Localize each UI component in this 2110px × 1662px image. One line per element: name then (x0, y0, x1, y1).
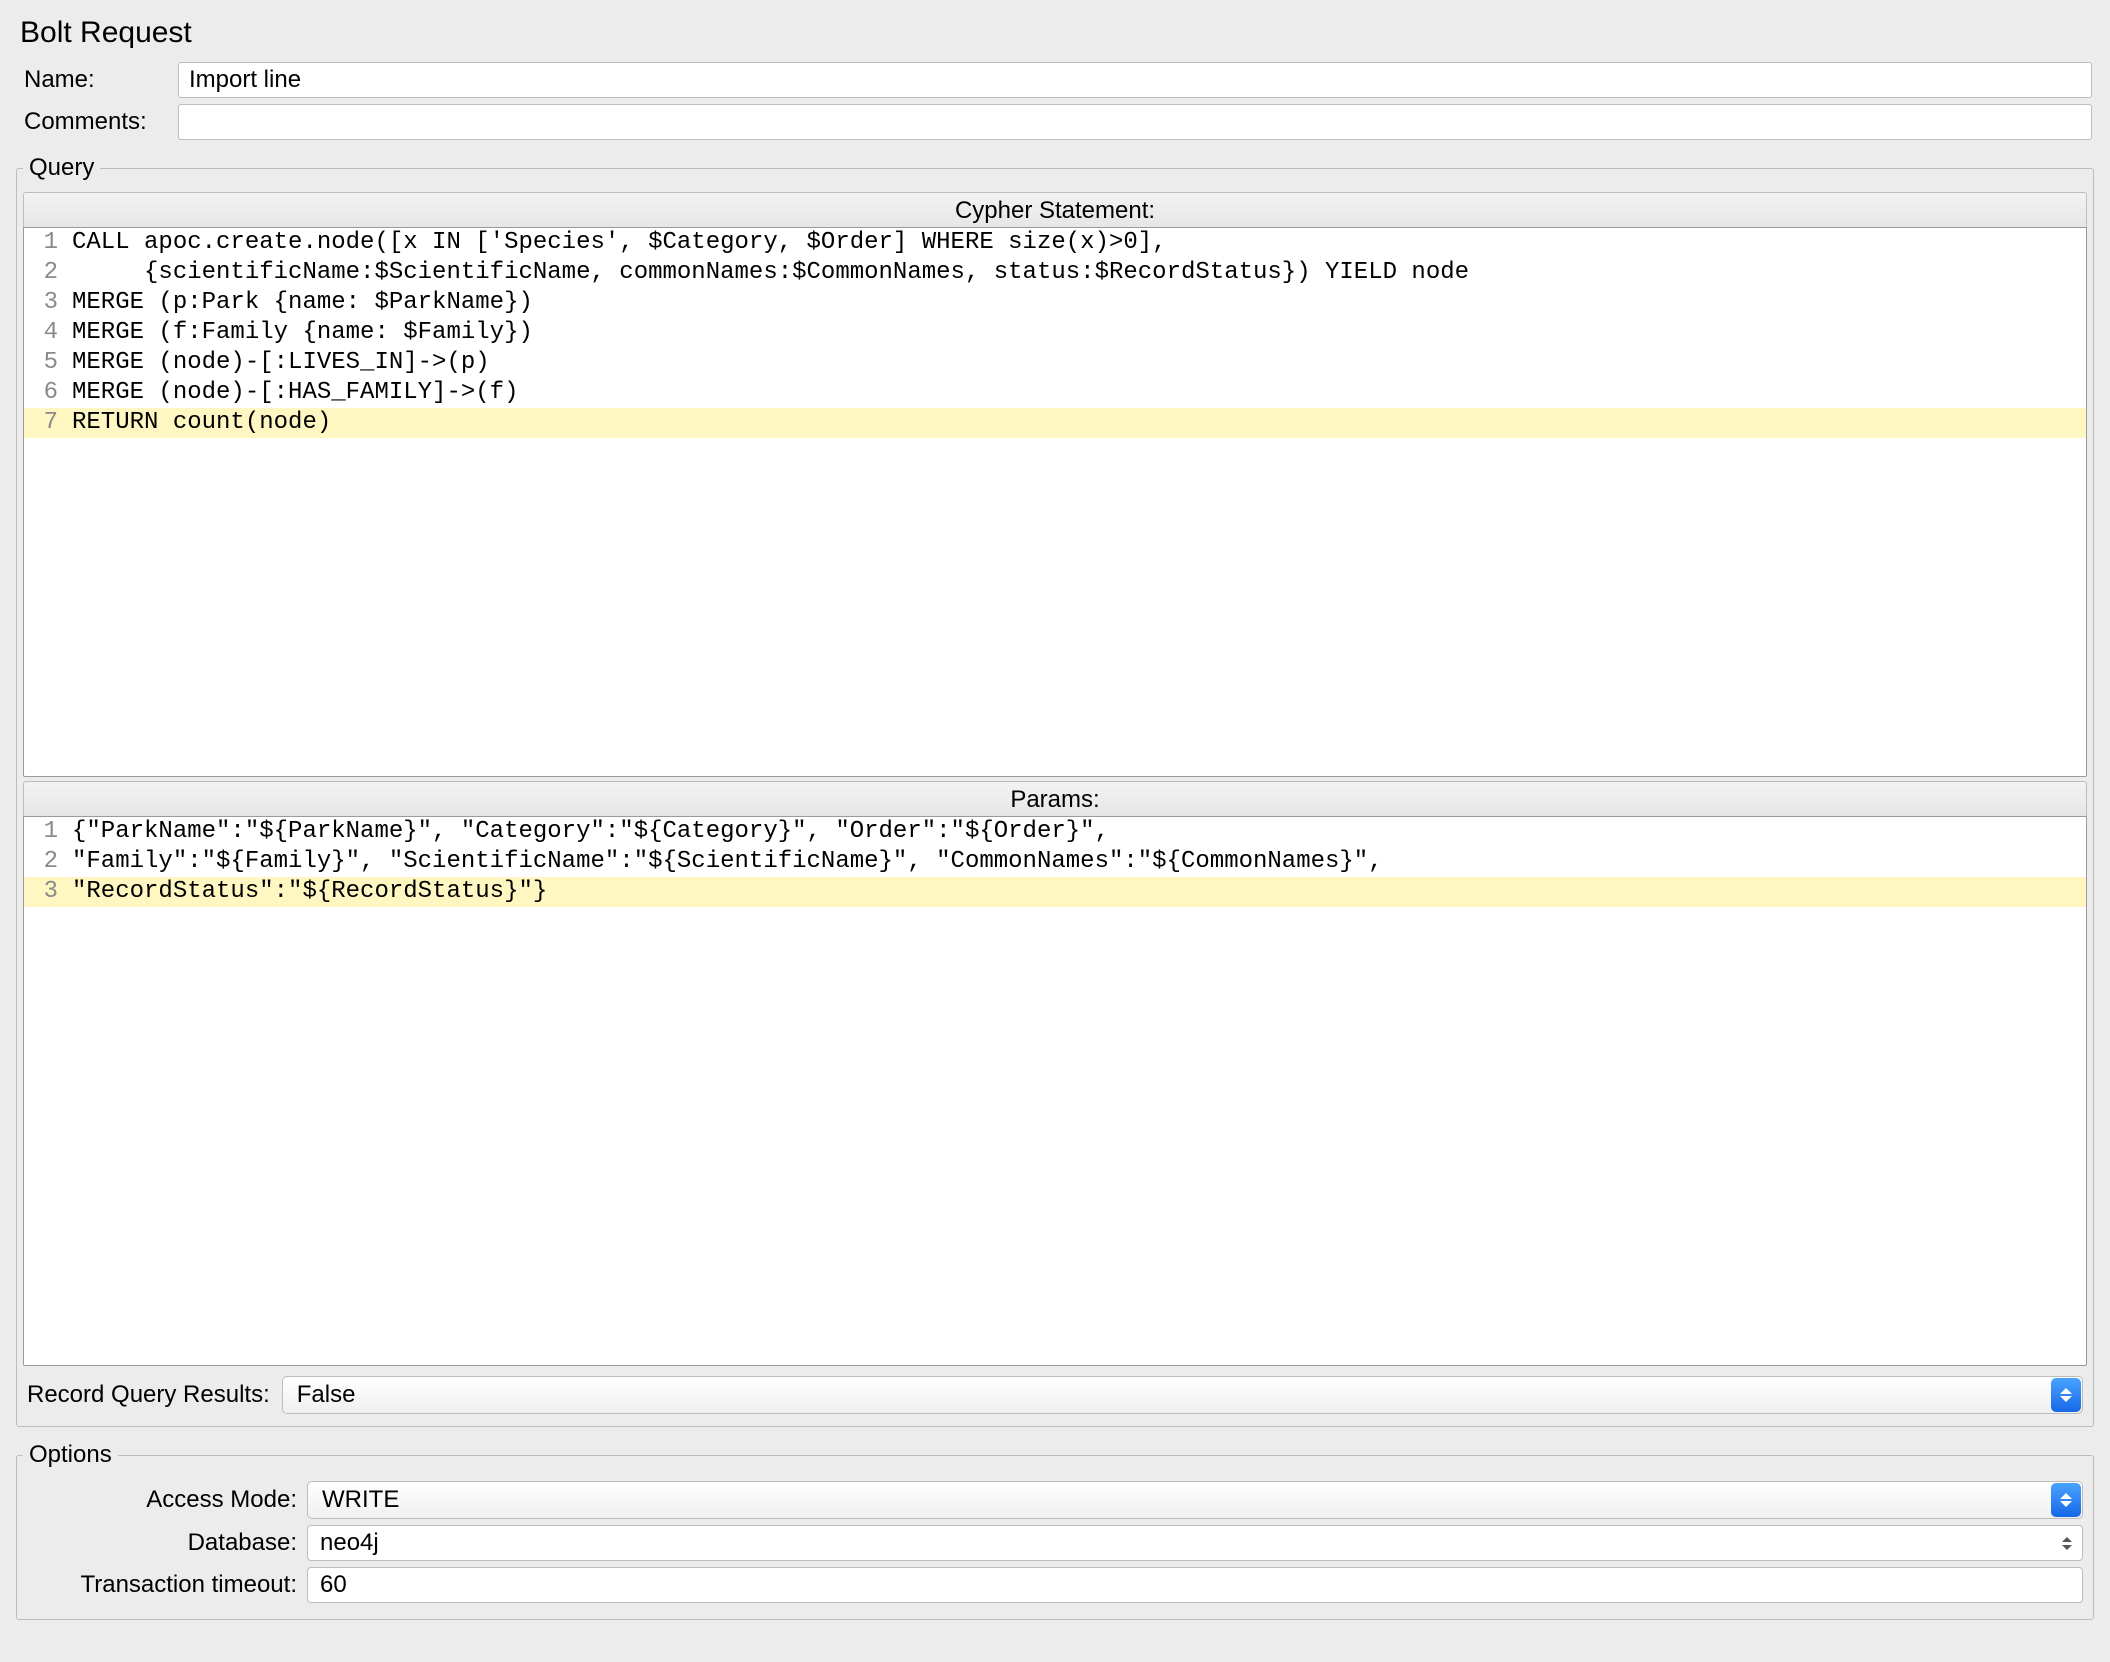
line-number: 7 (24, 408, 66, 438)
record-query-results-select[interactable]: False (282, 1376, 2083, 1414)
code-line[interactable]: 4MERGE (f:Family {name: $Family}) (24, 318, 2086, 348)
line-content: MERGE (p:Park {name: $ParkName}) (66, 288, 2086, 318)
comments-label: Comments: (18, 108, 178, 136)
dropdown-arrows-icon (2051, 1483, 2081, 1517)
record-query-results-label: Record Query Results: (27, 1381, 270, 1409)
name-input[interactable] (178, 62, 2092, 98)
code-line[interactable]: 2"Family":"${Family}", "ScientificName":… (24, 847, 2086, 877)
line-number: 1 (24, 228, 66, 258)
dropdown-arrows-icon (2051, 1378, 2081, 1412)
cypher-editor[interactable]: 1CALL apoc.create.node([x IN ['Species',… (23, 227, 2087, 777)
code-line[interactable]: 3"RecordStatus":"${RecordStatus}"} (24, 877, 2086, 907)
line-content: RETURN count(node) (66, 408, 2086, 438)
page-title: Bolt Request (20, 16, 2092, 50)
database-input[interactable] (307, 1525, 2083, 1561)
name-label: Name: (18, 66, 178, 94)
options-legend: Options (23, 1441, 118, 1469)
line-content: {"ParkName":"${ParkName}", "Category":"$… (66, 817, 2086, 847)
line-number: 2 (24, 847, 66, 877)
line-content: MERGE (node)-[:HAS_FAMILY]->(f) (66, 378, 2086, 408)
line-content: {scientificName:$ScientificName, commonN… (66, 258, 2086, 288)
line-number: 4 (24, 318, 66, 348)
comments-input[interactable] (178, 104, 2092, 140)
code-line[interactable]: 6MERGE (node)-[:HAS_FAMILY]->(f) (24, 378, 2086, 408)
code-line[interactable]: 1{"ParkName":"${ParkName}", "Category":"… (24, 817, 2086, 847)
code-line[interactable]: 5MERGE (node)-[:LIVES_IN]->(p) (24, 348, 2086, 378)
line-content: CALL apoc.create.node([x IN ['Species', … (66, 228, 2086, 258)
line-content: "RecordStatus":"${RecordStatus}"} (66, 877, 2086, 907)
transaction-timeout-label: Transaction timeout: (27, 1571, 307, 1599)
code-line[interactable]: 3MERGE (p:Park {name: $ParkName}) (24, 288, 2086, 318)
params-editor[interactable]: 1{"ParkName":"${ParkName}", "Category":"… (23, 816, 2087, 1366)
database-label: Database: (27, 1529, 307, 1557)
access-mode-value: WRITE (322, 1486, 399, 1514)
code-line[interactable]: 1CALL apoc.create.node([x IN ['Species',… (24, 228, 2086, 258)
line-number: 6 (24, 378, 66, 408)
code-line[interactable]: 7RETURN count(node) (24, 408, 2086, 438)
params-label: Params: (23, 781, 2087, 816)
query-fieldset: Query Cypher Statement: 1CALL apoc.creat… (16, 154, 2094, 1427)
query-legend: Query (23, 154, 100, 182)
line-number: 3 (24, 877, 66, 907)
line-content: MERGE (f:Family {name: $Family}) (66, 318, 2086, 348)
transaction-timeout-input[interactable] (307, 1567, 2083, 1603)
access-mode-label: Access Mode: (27, 1486, 307, 1514)
combo-arrows-icon[interactable] (2055, 1529, 2079, 1557)
line-number: 1 (24, 817, 66, 847)
line-number: 3 (24, 288, 66, 318)
cypher-statement-label: Cypher Statement: (23, 192, 2087, 227)
line-content: MERGE (node)-[:LIVES_IN]->(p) (66, 348, 2086, 378)
line-number: 2 (24, 258, 66, 288)
options-fieldset: Options Access Mode: WRITE Database: (16, 1441, 2094, 1620)
line-content: "Family":"${Family}", "ScientificName":"… (66, 847, 2086, 877)
code-line[interactable]: 2 {scientificName:$ScientificName, commo… (24, 258, 2086, 288)
record-query-results-value: False (297, 1381, 356, 1409)
line-number: 5 (24, 348, 66, 378)
access-mode-select[interactable]: WRITE (307, 1481, 2083, 1519)
